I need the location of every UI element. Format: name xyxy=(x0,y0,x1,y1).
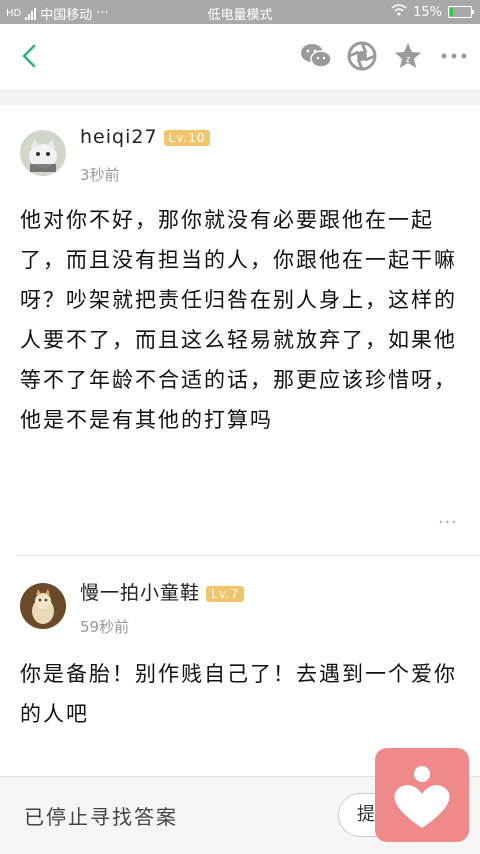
chevron-left-icon xyxy=(22,44,36,68)
floating-app-button[interactable] xyxy=(375,748,469,842)
svg-text:z: z xyxy=(406,55,411,65)
post-time: 59秒前 xyxy=(80,618,130,636)
wifi-icon xyxy=(391,4,407,20)
stopped-searching-text: 已停止寻找答案 xyxy=(24,805,178,829)
level-badge: Lv.7 xyxy=(206,585,245,602)
answer-item: 慢一拍小童鞋 Lv.7 59秒前 你是备胎！别作贱自己了！去遇到一个爱你的人吧 xyxy=(0,556,480,776)
username-text[interactable]: 慢一拍小童鞋 xyxy=(80,582,200,604)
star-icon: z xyxy=(395,43,421,68)
back-button[interactable] xyxy=(12,38,48,74)
share-moments-button[interactable] xyxy=(346,40,378,72)
username-text[interactable]: heiqi27 xyxy=(80,126,158,148)
answer-content: 他对你不好，那你就没有必要跟他在一起了，而且没有担当的人，你跟他在一起干嘛呀？吵… xyxy=(20,208,457,432)
share-wechat-button[interactable] xyxy=(300,40,332,72)
avatar[interactable] xyxy=(20,583,66,629)
heart-person-icon xyxy=(394,766,450,828)
status-right: 15% xyxy=(391,4,474,20)
battery-percent: 15% xyxy=(413,4,442,20)
top-toolbar: z xyxy=(0,24,480,90)
post-more-button[interactable]: ··· xyxy=(438,512,458,533)
level-badge: Lv.10 xyxy=(163,129,211,146)
status-bar: HD 中国移动 ··· 低电量模式 15% xyxy=(0,0,480,24)
post-time: 3秒前 xyxy=(80,166,120,184)
wechat-icon xyxy=(301,44,332,68)
toolbar-actions: z xyxy=(300,40,470,72)
answer-item: heiqi27 Lv.10 3秒前 他对你不好，那你就没有必要跟他在一起了，而且没… xyxy=(0,104,480,554)
section-separator xyxy=(0,90,480,105)
battery-icon xyxy=(448,6,474,18)
moments-icon xyxy=(347,41,377,71)
username[interactable]: 慢一拍小童鞋 Lv.7 xyxy=(80,578,245,605)
more-icon xyxy=(441,53,467,59)
avatar[interactable] xyxy=(20,130,66,176)
more-options-button[interactable] xyxy=(438,40,470,72)
answer-content: 你是备胎！别作贱自己了！去遇到一个爱你的人吧 xyxy=(20,662,457,726)
username[interactable]: heiqi27 Lv.10 xyxy=(80,126,211,148)
favorite-button[interactable]: z xyxy=(392,40,424,72)
